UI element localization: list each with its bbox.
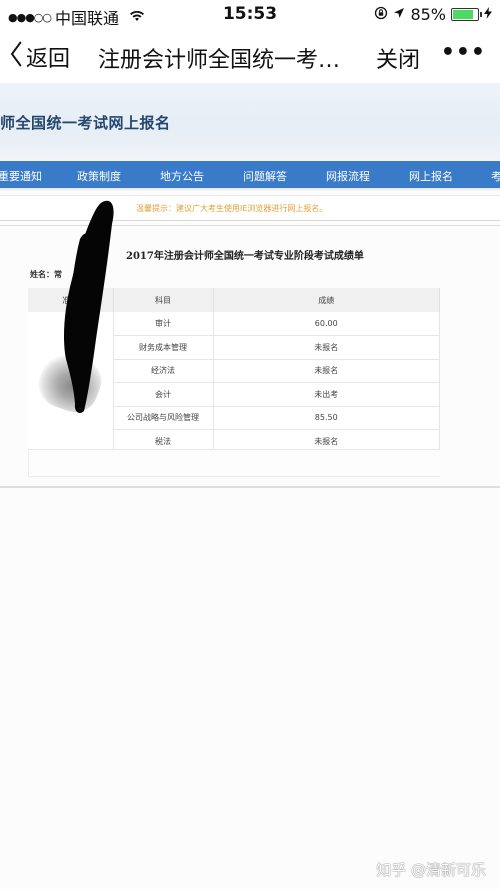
table-row: 审计 60.00 (28, 312, 440, 454)
battery-percent: 85% (410, 5, 446, 24)
table-footer (28, 449, 440, 477)
close-button[interactable]: 关闭 (376, 42, 420, 74)
back-button[interactable]: 返回 (8, 40, 70, 74)
score-sheet-title: 2017年注册会计师全国统一考试专业阶段考试成绩单 (126, 251, 364, 262)
nav-item-registration-process[interactable]: 网报流程 (326, 168, 370, 184)
nav-item-local-announcements[interactable]: 地方公告 (160, 168, 204, 184)
site-header: 师全国统一考试网上报名 (0, 83, 500, 161)
column-header-admission-no: 准考 (28, 288, 114, 312)
content-bottom-border (0, 486, 500, 488)
orientation-lock-icon (374, 6, 388, 24)
nav-item-exam[interactable]: 考 (491, 168, 500, 184)
location-arrow-icon (393, 7, 405, 23)
table-header-row: 准考 科目 成绩 (28, 288, 440, 312)
notice-text: 温馨提示：建议广大考生使用IE浏览器进行网上报名。 (136, 204, 328, 213)
status-bar: ●●●○○ 中国联通 15:53 85% (0, 0, 500, 30)
score-cell: 未报名 (213, 359, 440, 383)
notice-bar: 温馨提示：建议广大考生使用IE浏览器进行网上报名。 (0, 195, 500, 221)
column-header-subject: 科目 (113, 288, 214, 312)
candidate-name: 姓名：常 (30, 270, 62, 279)
score-cell: 60.00 (213, 312, 440, 336)
subject-cell: 经济法 (113, 359, 214, 383)
site-title: 师全国统一考试网上报名 (0, 114, 171, 132)
candidate-photo (32, 346, 108, 419)
score-cell: 未出考 (213, 382, 440, 407)
web-content: 师全国统一考试网上报名 重要通知 政策制度 地方公告 问题解答 网报流程 网上报… (0, 83, 500, 889)
battery-icon (451, 8, 482, 21)
browser-nav-bar: 返回 注册会计师全国统一考… 关闭 ••• (0, 30, 500, 112)
nav-item-important-notice[interactable]: 重要通知 (0, 168, 42, 184)
score-cell: 85.50 (213, 406, 440, 430)
candidate-photo-cell (28, 312, 114, 454)
bolt-icon (484, 7, 492, 22)
subject-cell: 会计 (113, 382, 214, 407)
back-label: 返回 (26, 47, 71, 72)
score-cell: 未报名 (213, 335, 440, 360)
divider (0, 225, 500, 226)
battery-level (453, 10, 474, 19)
score-table: 准考 科目 成绩 审计 60.00 财务成本管理 未报名 经济法 未报名 会计 … (28, 288, 440, 454)
more-options-button[interactable]: ••• (441, 40, 486, 65)
nav-item-policy[interactable]: 政策制度 (77, 168, 121, 184)
page-title: 注册会计师全国统一考… (98, 48, 341, 73)
watermark: 知乎 @清新可乐 (376, 861, 486, 879)
nav-item-faq[interactable]: 问题解答 (243, 168, 287, 184)
status-right: 85% (374, 5, 492, 24)
chevron-left-icon (10, 40, 23, 74)
subject-cell: 财务成本管理 (113, 335, 214, 360)
column-header-score: 成绩 (213, 288, 440, 312)
nav-shadow (0, 188, 500, 191)
site-main-nav: 重要通知 政策制度 地方公告 问题解答 网报流程 网上报名 考 (0, 161, 500, 188)
subject-cell: 公司战略与风险管理 (113, 406, 214, 430)
nav-item-online-registration[interactable]: 网上报名 (409, 168, 453, 184)
subject-cell: 审计 (113, 312, 214, 336)
